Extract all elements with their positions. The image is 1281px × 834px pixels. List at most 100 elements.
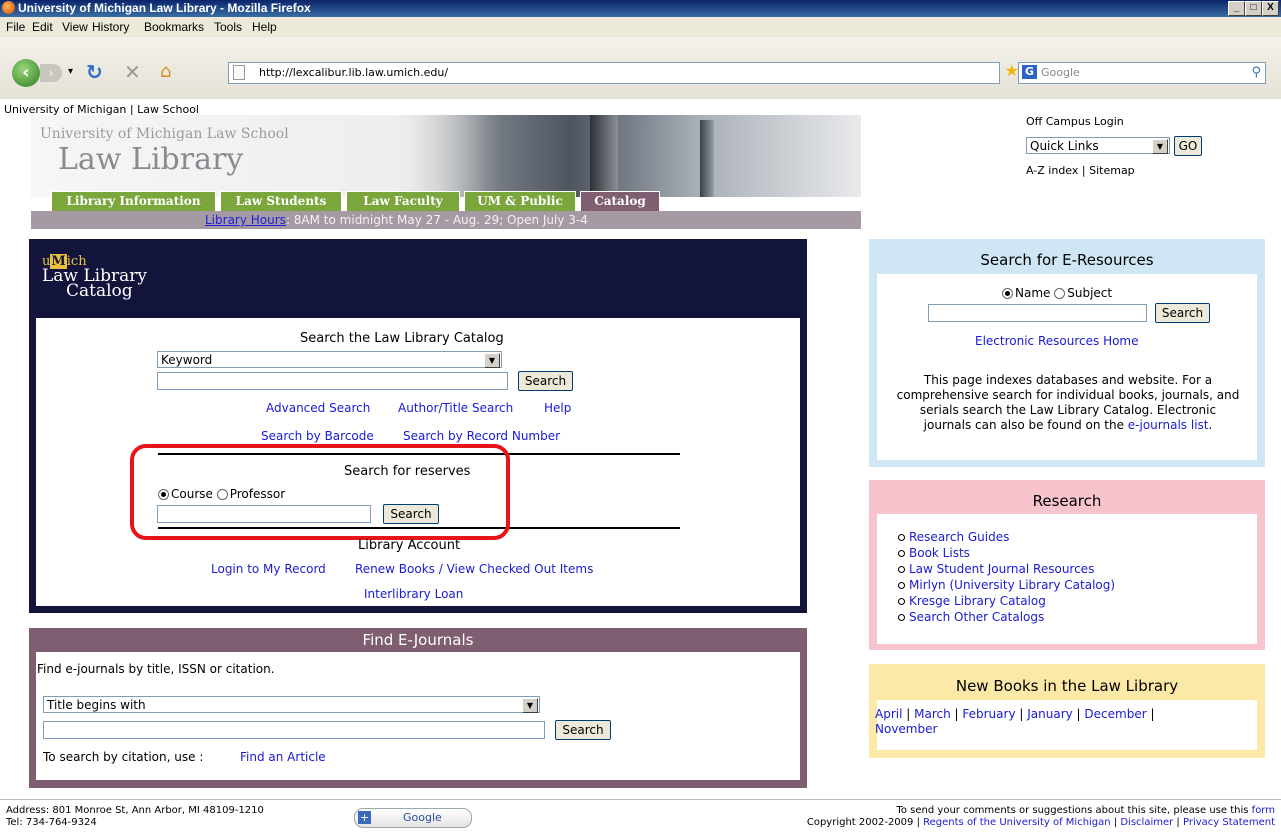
privacy-statement-link[interactable]: Privacy Statement bbox=[1183, 817, 1275, 828]
go-button[interactable]: GO bbox=[1174, 136, 1202, 156]
reload-icon[interactable]: ↻ bbox=[86, 60, 103, 84]
quick-links-select[interactable]: Quick Links ▼ bbox=[1026, 137, 1170, 154]
find-an-article-link[interactable]: Find an Article bbox=[240, 750, 326, 764]
page-icon bbox=[233, 65, 245, 80]
research-list: Research Guides Book Lists Law Student J… bbox=[897, 529, 1115, 625]
catalog-heading: Search the Law Library Catalog bbox=[300, 331, 504, 346]
author-title-search-link[interactable]: Author/Title Search bbox=[398, 401, 513, 415]
help-link[interactable]: Help bbox=[544, 401, 571, 415]
period: . bbox=[1208, 418, 1213, 432]
book-lists-link[interactable]: Book Lists bbox=[909, 546, 970, 560]
hours-text: : 8AM to midnight May 27 - Aug. 29; Open… bbox=[285, 213, 588, 227]
tab-law-students[interactable]: Law Students bbox=[220, 191, 342, 211]
research-title: Research bbox=[1032, 492, 1102, 510]
name-label: Name bbox=[1015, 286, 1051, 300]
eresources-options: Name Subject bbox=[1002, 286, 1112, 300]
november-link[interactable]: November bbox=[875, 722, 937, 736]
library-hours-link[interactable]: Library Hours bbox=[205, 213, 286, 227]
logo-line3: Catalog bbox=[66, 281, 133, 301]
hours-bar: Library Hours: 8AM to midnight May 27 - … bbox=[31, 211, 861, 229]
kresge-catalog-link[interactable]: Kresge Library Catalog bbox=[909, 594, 1046, 608]
login-my-record-link[interactable]: Login to My Record bbox=[211, 562, 326, 576]
library-name[interactable]: Law Library bbox=[58, 142, 243, 177]
ejournals-intro: Find e-journals by title, ISSN or citati… bbox=[37, 662, 275, 676]
research-guides-link[interactable]: Research Guides bbox=[909, 530, 1009, 544]
ejournal-search-button[interactable]: Search bbox=[555, 720, 611, 740]
plus-icon: + bbox=[358, 811, 371, 824]
home-icon[interactable]: ⌂ bbox=[160, 61, 171, 82]
banner-building-image bbox=[700, 120, 714, 197]
february-link[interactable]: February bbox=[962, 707, 1015, 721]
search-engine-box[interactable]: G Google ⚲ bbox=[1018, 62, 1266, 84]
menu-help[interactable]: Help bbox=[252, 20, 277, 34]
close-button[interactable]: X bbox=[1262, 1, 1279, 16]
bookmark-star-icon[interactable]: ★ bbox=[1005, 61, 1019, 81]
december-link[interactable]: December bbox=[1084, 707, 1146, 721]
catalog-search-input[interactable] bbox=[157, 372, 508, 390]
tab-catalog[interactable]: Catalog bbox=[580, 191, 660, 211]
forward-button[interactable]: › bbox=[40, 64, 62, 82]
catalog-search-type-select[interactable]: Keyword ▼ bbox=[157, 351, 502, 368]
ejournal-match-select[interactable]: Title begins with ▼ bbox=[43, 696, 540, 713]
regents-link[interactable]: Regents of the University of Michigan bbox=[923, 817, 1110, 828]
eresources-search-input[interactable] bbox=[928, 304, 1147, 322]
interlibrary-loan-link[interactable]: Interlibrary Loan bbox=[364, 587, 463, 601]
url-bar[interactable]: http://lexcalibur.lib.law.umich.edu/ ★ bbox=[228, 61, 1019, 84]
renew-books-link[interactable]: Renew Books / View Checked Out Items bbox=[355, 562, 593, 576]
advanced-search-link[interactable]: Advanced Search bbox=[266, 401, 370, 415]
ejournal-search-input[interactable] bbox=[43, 721, 545, 739]
school-name: University of Michigan Law School bbox=[40, 126, 289, 142]
menu-view[interactable]: View bbox=[62, 20, 88, 34]
sitemap-link[interactable]: Sitemap bbox=[1089, 164, 1135, 177]
maximize-button[interactable]: □ bbox=[1245, 1, 1262, 16]
firefox-icon bbox=[2, 1, 15, 14]
search-by-record-number-link[interactable]: Search by Record Number bbox=[403, 429, 560, 443]
footer-copyright: Copyright 2002-2009 | bbox=[806, 817, 920, 828]
menu-tools[interactable]: Tools bbox=[214, 20, 242, 34]
catalog-search-button[interactable]: Search bbox=[518, 371, 573, 391]
menu-history[interactable]: History bbox=[92, 20, 129, 34]
subject-label: Subject bbox=[1067, 286, 1113, 300]
subject-radio[interactable] bbox=[1054, 288, 1066, 299]
search-other-catalogs-link[interactable]: Search Other Catalogs bbox=[909, 610, 1044, 624]
history-dropdown-icon[interactable]: ▾ bbox=[68, 66, 73, 77]
tab-um-public[interactable]: UM & Public bbox=[464, 191, 576, 211]
disclaimer-link[interactable]: Disclaimer bbox=[1120, 817, 1173, 828]
tab-library-information[interactable]: Library Information bbox=[51, 191, 216, 211]
mirlyn-link[interactable]: Mirlyn (University Library Catalog) bbox=[909, 578, 1115, 592]
ejournals-title: Find E-Journals bbox=[362, 631, 474, 649]
menu-file[interactable]: File bbox=[6, 20, 25, 34]
eresources-title: Search for E-Resources bbox=[980, 251, 1154, 269]
back-button[interactable]: ‹ bbox=[12, 59, 40, 87]
january-link[interactable]: January bbox=[1027, 707, 1073, 721]
footer-form-link[interactable]: form bbox=[1252, 805, 1275, 816]
google-engine-icon[interactable]: G bbox=[1022, 65, 1037, 79]
march-link[interactable]: March bbox=[914, 707, 951, 721]
menu-edit[interactable]: Edit bbox=[32, 20, 53, 34]
search-by-barcode-link[interactable]: Search by Barcode bbox=[261, 429, 374, 443]
electronic-resources-home-link[interactable]: Electronic Resources Home bbox=[975, 334, 1139, 348]
az-index-link[interactable]: A-Z index bbox=[1026, 164, 1078, 177]
law-student-journal-link[interactable]: Law Student Journal Resources bbox=[909, 562, 1094, 576]
chevron-down-icon: ▼ bbox=[522, 698, 538, 713]
name-radio[interactable] bbox=[1002, 288, 1013, 299]
eresources-search-button[interactable]: Search bbox=[1155, 303, 1210, 323]
citation-text: To search by citation, use : bbox=[43, 750, 204, 764]
separator: | bbox=[1081, 164, 1086, 177]
account-heading: Library Account bbox=[358, 538, 461, 553]
off-campus-login-link[interactable]: Off Campus Login bbox=[1026, 115, 1124, 128]
tab-law-faculty[interactable]: Law Faculty bbox=[346, 191, 460, 211]
window-title: University of Michigan Law Library - Moz… bbox=[18, 1, 311, 15]
stop-icon[interactable]: ✕ bbox=[124, 60, 141, 84]
ejournals-list-link[interactable]: e-journals list bbox=[1128, 418, 1209, 432]
search-placeholder: Google bbox=[1041, 66, 1080, 79]
search-icon[interactable]: ⚲ bbox=[1251, 63, 1261, 83]
catalog-logo[interactable]: uMich Law Library Catalog bbox=[42, 254, 147, 301]
footer-tel: Tel: 734-764-9324 bbox=[6, 817, 97, 828]
eresources-description: This page indexes databases and website.… bbox=[895, 373, 1241, 433]
newbooks-months: April | March | February | January | Dec… bbox=[875, 707, 1155, 736]
minimize-button[interactable]: _ bbox=[1228, 1, 1245, 16]
menu-bookmarks[interactable]: Bookmarks bbox=[144, 20, 204, 34]
google-toolbar-button[interactable]: + Google bbox=[354, 808, 472, 828]
april-link[interactable]: April bbox=[875, 707, 902, 721]
